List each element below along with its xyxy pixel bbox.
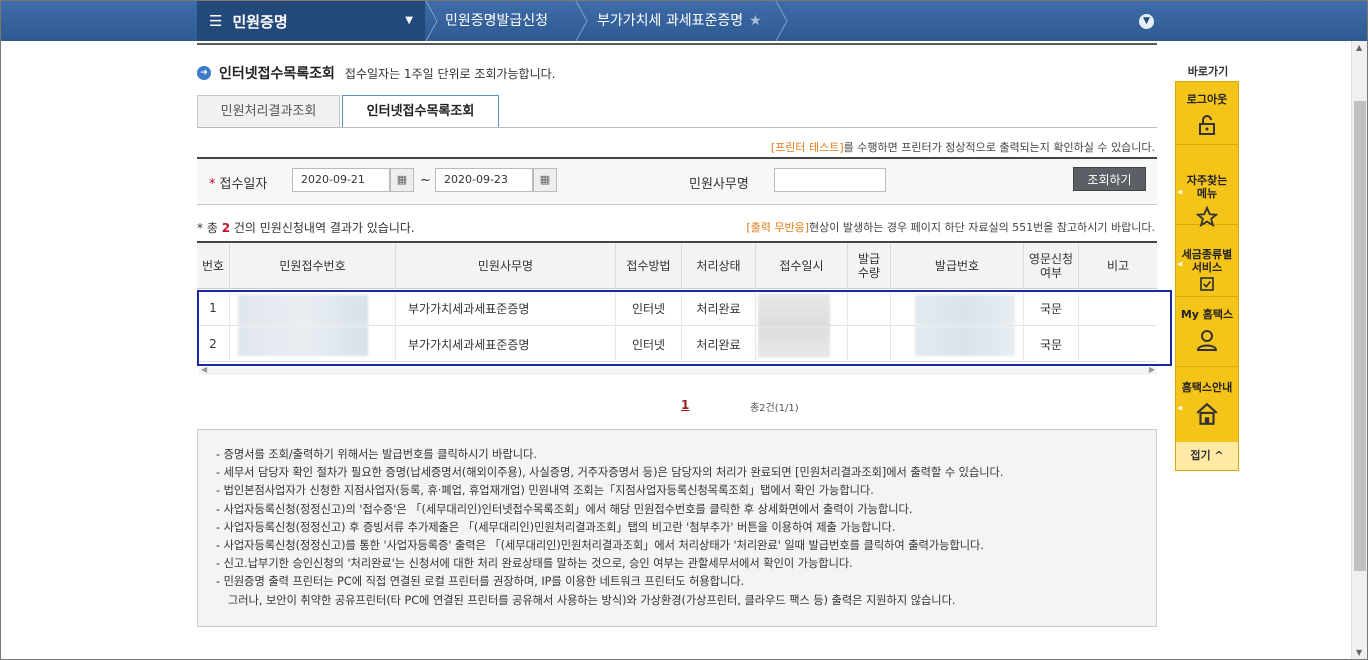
page-link-current[interactable]: 1 <box>681 398 689 412</box>
date-to-input[interactable]: 2020-09-23 <box>435 168 533 192</box>
output-issue-link[interactable]: [출력 무반응] <box>746 221 809 234</box>
summary-prefix: * 총 <box>197 221 218 235</box>
expand-left-icon: ◀ <box>1177 404 1183 412</box>
printer-test-text: 를 수행하면 프린터가 정상적으로 출력되는지 확인하실 수 있습니다. <box>843 141 1155 154</box>
col-header-method: 접수방법 <box>616 243 682 289</box>
search-button[interactable]: 조회하기 <box>1073 167 1146 191</box>
caret-down-icon: ▼ <box>405 15 413 26</box>
breadcrumb-item-issue-request[interactable]: 민원증명발급신청 <box>445 1 548 41</box>
printer-test-link[interactable]: [프린터 테스트] <box>771 141 844 154</box>
result-summary: * 총 2 건의 민원신청내역 결과가 있습니다. <box>197 219 415 236</box>
main-menu-label: 민원증명 <box>232 12 288 31</box>
quick-item-label: 홈택스안내 <box>1181 381 1233 394</box>
summary-suffix: 건의 민원신청내역 결과가 있습니다. <box>233 221 415 235</box>
col-header-remarks: 비고 <box>1106 259 1130 273</box>
guidance-line: 그러나, 보안이 취약한 공유프린터(타 PC에 연결된 프린터를 공유해서 사… <box>228 593 956 607</box>
col-header-issue-qty: 발급 수량 <box>848 243 891 289</box>
col-header-number: 번호 <box>197 243 230 289</box>
person-icon <box>1196 330 1218 351</box>
calendar-icon[interactable]: ▦ <box>533 168 557 192</box>
quick-item-label: My 홈택스 <box>1180 308 1234 321</box>
table-horizontal-scrollbar[interactable]: ◀ ▶ <box>199 365 1157 375</box>
quick-item-my-hometax[interactable]: My 홈택스 <box>1176 297 1238 367</box>
col-header-issue-no: 발급번호 <box>891 243 1024 289</box>
expand-left-icon: ◀ <box>1177 260 1183 268</box>
page-info: 총2건(1/1) <box>750 403 799 414</box>
output-issue-text: 현상이 발생하는 경우 페이지 하단 자료실의 551번을 참고하시기 바랍니다… <box>809 221 1155 234</box>
calendar-icon[interactable]: ▦ <box>390 168 414 192</box>
page-title-row: ➜ 인터넷접수목록조회 접수일자는 1주일 단위로 조회가능합니다. <box>197 63 556 83</box>
col-header-receipt-date: 접수일시 <box>756 243 848 289</box>
search-panel: * 접수일자 2020-09-21 ▦ ~ 2020-09-23 ▦ 민원사무명 … <box>197 159 1157 205</box>
breadcrumb-separator-icon <box>575 1 588 41</box>
tab-divider <box>197 127 1157 128</box>
main-menu-dropdown[interactable]: ☰ 민원증명 ▼ <box>197 1 425 41</box>
printer-test-notice: [프린터 테스트]를 수행하면 프린터가 정상적으로 출력되는지 확인하실 수 … <box>771 139 1155 155</box>
arrow-circle-icon: ➜ <box>197 66 211 80</box>
rows-highlight-box <box>197 290 1172 366</box>
scroll-down-icon[interactable]: ▼ <box>1356 648 1362 657</box>
col-header-status: 처리상태 <box>682 243 756 289</box>
scroll-left-icon[interactable]: ◀ <box>201 365 207 374</box>
guidance-line: - 사업자등록신청(정정신고)를 통한 '사업자등록증' 출력은 「(세무대리인… <box>216 539 984 553</box>
guidance-line: - 사업자등록신청(정정신고)의 '접수증'은 「(세무대리인)인터넷접수목록조… <box>216 502 913 516</box>
guidance-line: - 사업자등록신청(정정신고) 후 증빙서류 추가제출은 「(세무대리인)민원처… <box>216 520 896 534</box>
guidance-line: - 법인본점사업자가 신청한 지점사업자(등록, 휴·폐업, 휴업재개업) 민원… <box>216 484 874 498</box>
scroll-right-icon[interactable]: ▶ <box>1149 365 1155 374</box>
guidance-line: - 증명서를 조회/출력하기 위해서는 발급번호를 클릭하시기 바랍니다. <box>216 448 537 461</box>
col-header-receipt-no: 민원접수번호 <box>230 243 396 289</box>
hamburger-icon: ☰ <box>209 12 223 30</box>
col-header-english: 영문신청 여부 <box>1024 243 1079 289</box>
guidance-line: - 민원증명 출력 프린터는 PC에 직접 연결된 로컬 프린터를 권장하며, … <box>216 575 745 589</box>
required-asterisk: * <box>209 177 216 192</box>
quick-menu-title: 바로가기 <box>1187 65 1229 78</box>
scrollbar-thumb[interactable] <box>1354 101 1366 571</box>
date-from-input[interactable]: 2020-09-21 <box>292 168 390 192</box>
date-label: * 접수일자 <box>209 173 267 192</box>
breadcrumb-separator-icon <box>775 1 788 41</box>
quick-item-favorites[interactable]: 자주찾는 메뉴 <box>1176 145 1238 228</box>
top-navigation-bar: ☰ 민원증명 ▼ 민원증명발급신청 부가가치세 과세표준증명 ★ ▼ <box>1 1 1367 41</box>
favorite-star-icon[interactable]: ★ <box>749 13 762 29</box>
home-icon <box>1196 402 1218 425</box>
breadcrumb-item-vat-certificate[interactable]: 부가가치세 과세표준증명 ★ <box>597 1 762 41</box>
page-description: 접수일자는 1주일 단위로 조회가능합니다. <box>344 66 556 81</box>
quick-item-label: 로그아웃 <box>1186 93 1228 106</box>
expand-left-icon: ◀ <box>1177 188 1183 196</box>
table-header: 번호 민원접수번호 민원사무명 접수방법 처리상태 접수일시 발급 수량 발급번… <box>197 243 1157 289</box>
guidance-line: - 세무서 담당자 확인 절차가 필요한 증명(납세증명서(해외이주용), 사실… <box>216 466 1004 480</box>
office-name-input[interactable] <box>774 168 886 192</box>
scroll-up-icon[interactable]: ▲ <box>1356 43 1362 52</box>
guidance-box: - 증명서를 조회/출력하기 위해서는 발급번호를 클릭하시기 바랍니다. - … <box>197 429 1157 627</box>
col-header-office-name: 민원사무명 <box>396 243 616 289</box>
browser-frame: ☰ 민원증명 ▼ 민원증명발급신청 부가가치세 과세표준증명 ★ ▼ ➜ 인터넷접… <box>0 0 1368 660</box>
page-title: 인터넷접수목록조회 <box>219 66 335 82</box>
quick-menu: 로그아웃 자주찾는 메뉴 ◀ 세금종류별 서비스 ◀ My 홈택스 홈택스안내 … <box>1175 81 1239 471</box>
header-divider <box>197 43 1157 45</box>
breadcrumb-label: 부가가치세 과세표준증명 <box>597 13 744 29</box>
quick-item-tax-services[interactable]: 세금종류별 서비스 <box>1176 225 1238 297</box>
tab-result-inquiry[interactable]: 민원처리결과조회 <box>197 95 340 128</box>
date-label-text: 접수일자 <box>219 177 268 192</box>
office-name-label: 민원사무명 <box>689 177 749 192</box>
fold-button[interactable]: 접기 ^ <box>1176 442 1238 470</box>
breadcrumb-separator-icon <box>425 1 438 41</box>
page-vertical-scrollbar[interactable]: ▲ ▼ <box>1351 41 1367 659</box>
result-count: 2 <box>221 221 231 235</box>
date-range-tilde: ~ <box>420 173 431 188</box>
tab-internet-receipt-list[interactable]: 인터넷접수목록조회 <box>342 95 499 128</box>
guidance-line: - 신고.납부기한 승인신청의 '처리완료'는 신청서에 대한 처리 완료상태를… <box>216 557 853 571</box>
quick-item-logout[interactable]: 로그아웃 <box>1176 82 1238 145</box>
expand-circle-icon[interactable]: ▼ <box>1139 14 1154 29</box>
quick-item-label: 세금종류별 서비스 <box>1181 248 1233 274</box>
unlock-icon <box>1199 115 1215 135</box>
quick-item-label: 자주찾는 메뉴 <box>1186 174 1228 200</box>
output-issue-notice: [출력 무반응]현상이 발생하는 경우 페이지 하단 자료실의 551번을 참고… <box>746 219 1155 235</box>
checklist-icon <box>1200 277 1214 291</box>
quick-item-hometax-guide[interactable]: 홈택스안내 <box>1176 367 1238 442</box>
